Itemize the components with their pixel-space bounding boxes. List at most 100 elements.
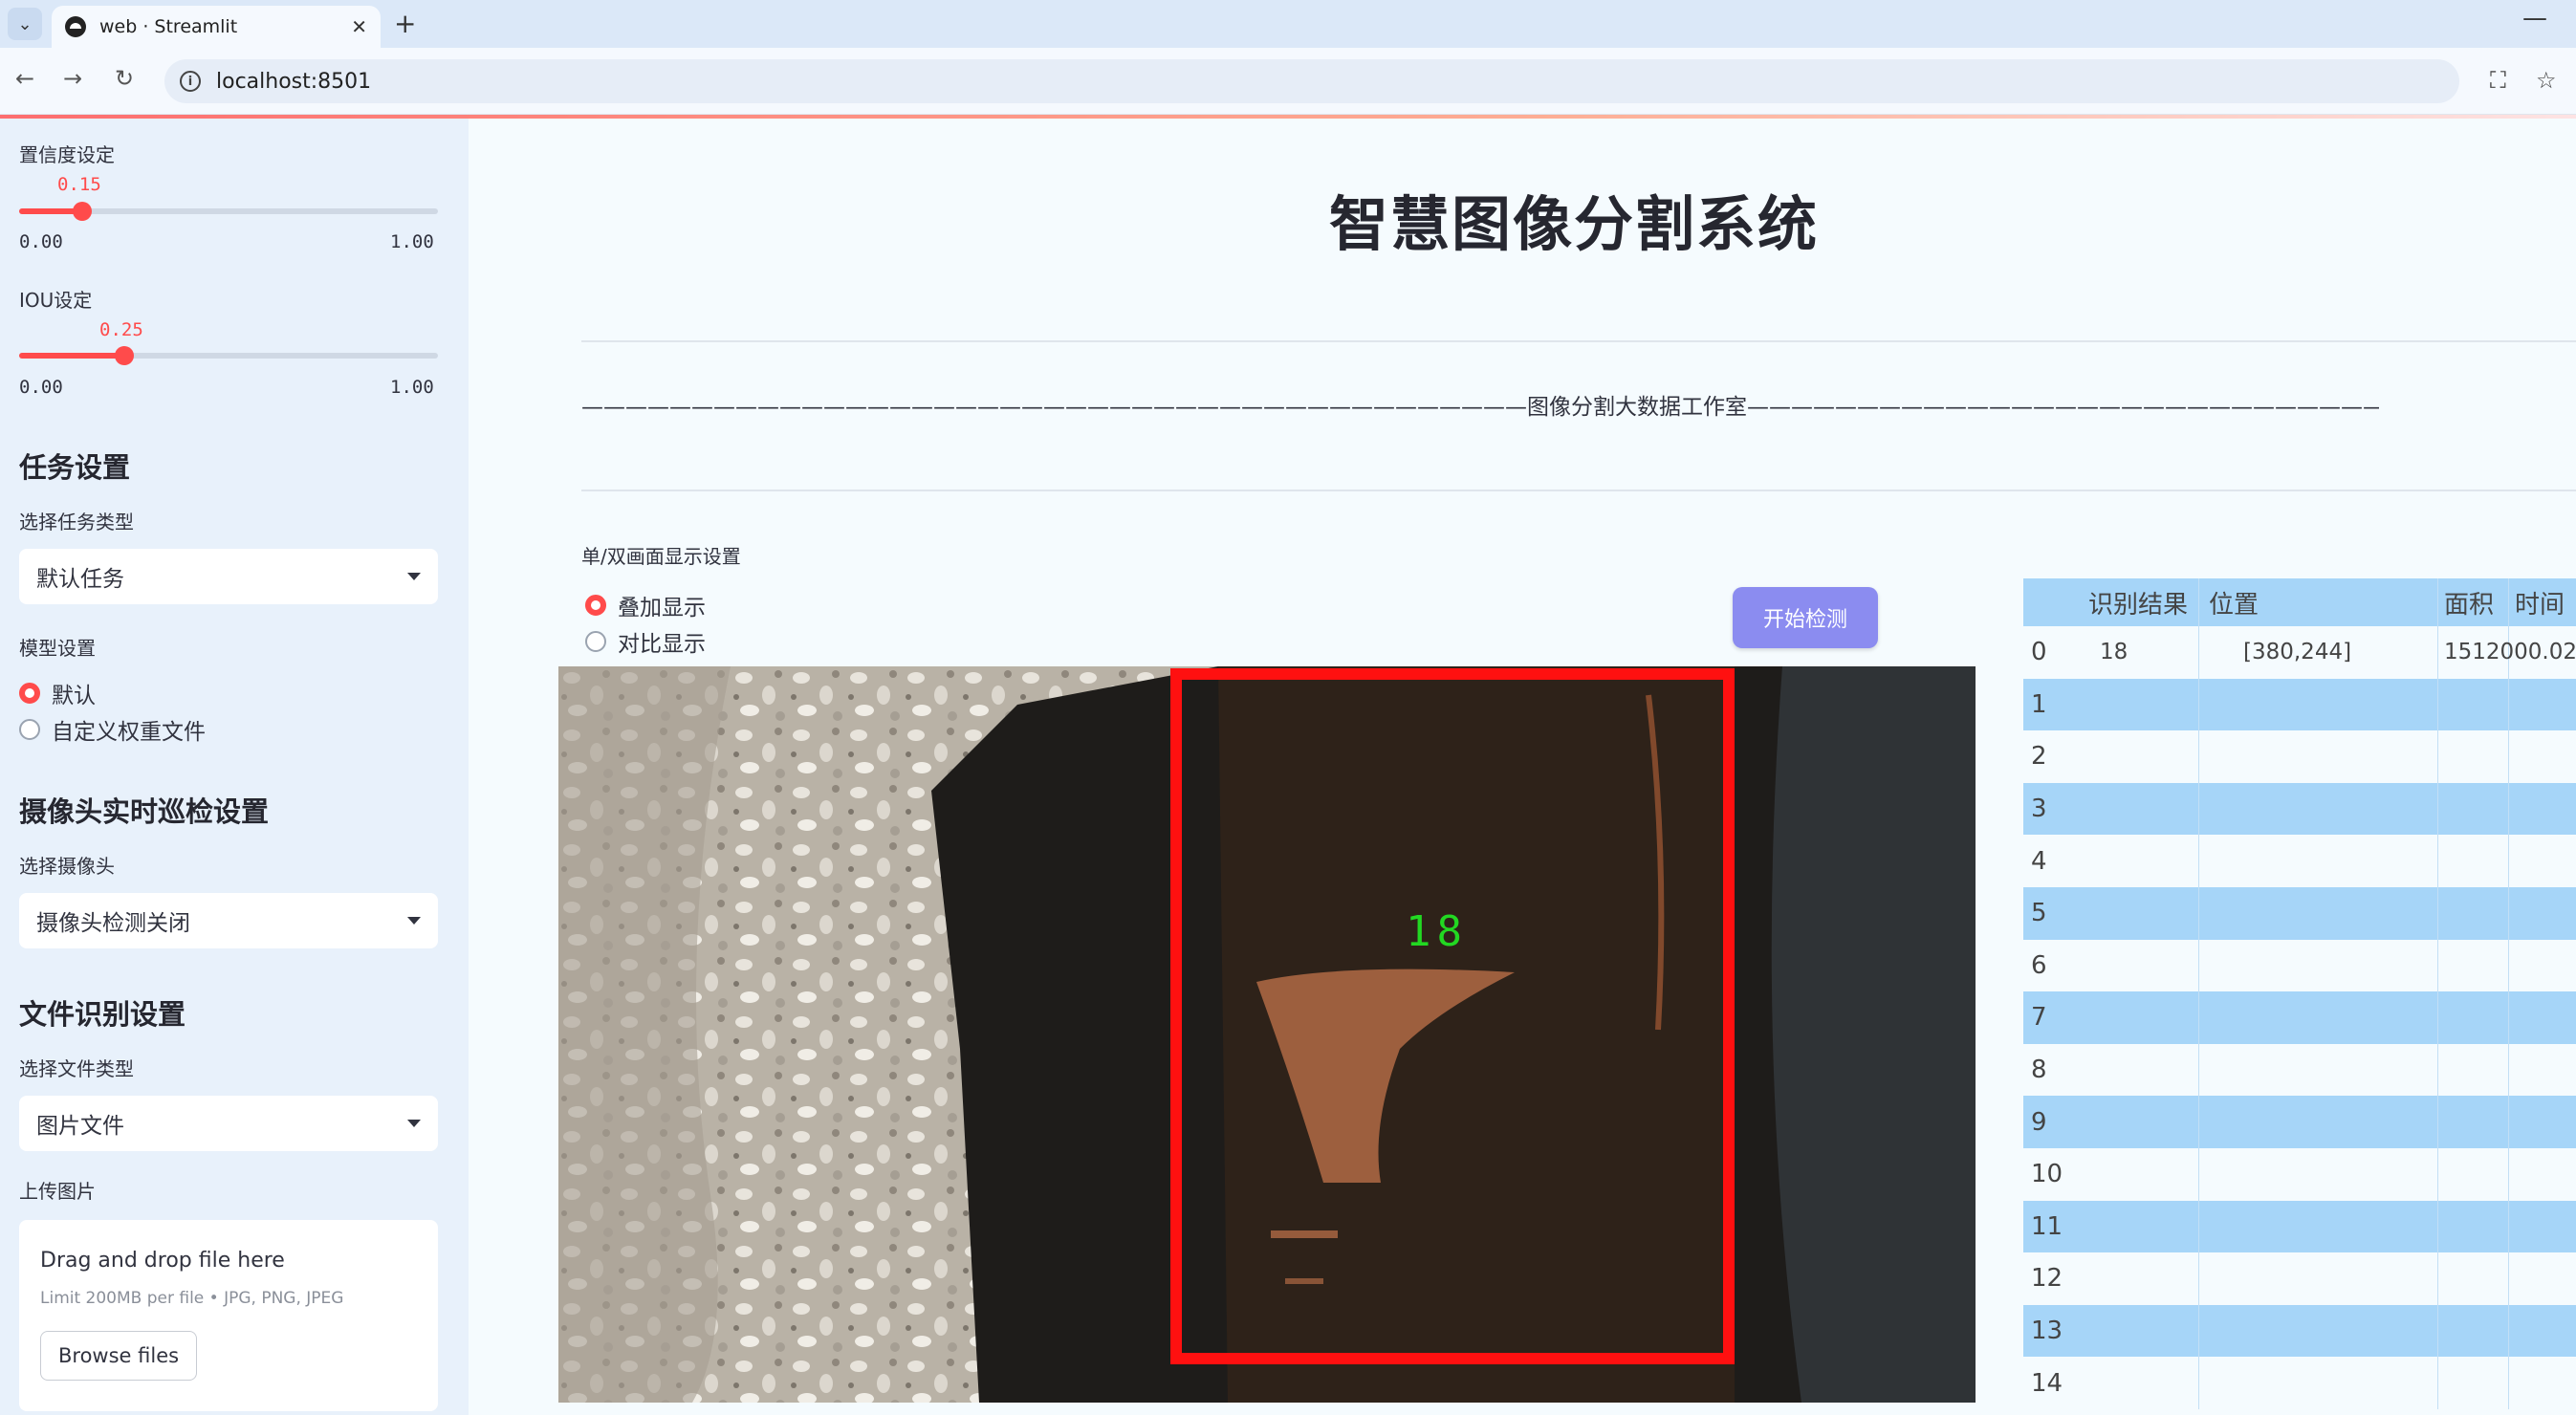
url-text: localhost:8501 <box>216 69 372 94</box>
table-row[interactable]: 10 <box>2023 1147 2576 1201</box>
iou-slider-fill <box>19 353 124 359</box>
results-table[interactable]: 识别结果 位置 面积 时间 0 18 [380,244] 1512000.02 1 2 3 4… <box>2023 578 2576 1409</box>
tab-close-icon[interactable]: ✕ <box>351 15 367 38</box>
row-area <box>2438 1096 2509 1148</box>
confidence-slider[interactable] <box>19 202 438 221</box>
row-result <box>2069 678 2199 731</box>
table-row[interactable]: 1 <box>2023 678 2576 731</box>
iou-slider[interactable] <box>19 346 438 365</box>
table-header-area[interactable]: 面积 <box>2438 578 2509 626</box>
row-position <box>2199 1200 2438 1253</box>
row-position <box>2199 1304 2438 1358</box>
url-field[interactable]: i localhost:8501 <box>164 59 2459 103</box>
confidence-max: 1.00 <box>390 231 434 252</box>
row-position <box>2199 678 2438 731</box>
table-row[interactable]: 0 18 [380,244] 1512000.02 <box>2023 626 2576 679</box>
row-time <box>2509 1096 2576 1148</box>
tab-search-chevron-icon[interactable]: ⌄ <box>8 8 42 40</box>
row-time <box>2509 1044 2576 1097</box>
radio-unselected-icon[interactable] <box>585 631 606 652</box>
detection-result-image: 18 <box>558 666 1976 1403</box>
row-index: 12 <box>2031 1264 2063 1294</box>
browse-files-button[interactable]: Browse files <box>40 1331 198 1381</box>
table-row[interactable]: 11 <box>2023 1200 2576 1253</box>
table-row[interactable]: 8 <box>2023 1043 2576 1097</box>
radio-selected-icon[interactable] <box>585 595 606 616</box>
translate-icon[interactable]: ⛶ <box>2490 67 2506 94</box>
table-row[interactable]: 4 <box>2023 835 2576 887</box>
camera-select[interactable]: 摄像头检测关闭 <box>19 893 438 948</box>
table-header-result[interactable]: 识别结果 <box>2069 578 2199 626</box>
model-option-default[interactable]: 默认 <box>19 677 96 709</box>
iou-slider-thumb[interactable] <box>114 346 134 365</box>
bookmark-star-icon[interactable]: ☆ <box>2536 67 2557 94</box>
task-type-select[interactable]: 默认任务 <box>19 549 438 604</box>
confidence-slider-thumb[interactable] <box>72 202 92 221</box>
row-position <box>2199 1096 2438 1148</box>
page-title: 智慧图像分割系统 <box>1329 189 1820 259</box>
display-option-label: 叠加显示 <box>618 596 706 620</box>
forward-arrow-icon[interactable]: → <box>63 65 82 92</box>
table-row[interactable]: 12 <box>2023 1252 2576 1305</box>
row-result <box>2069 991 2199 1044</box>
row-time <box>2509 940 2576 992</box>
site-info-icon[interactable]: i <box>180 71 201 92</box>
table-row[interactable]: 3 <box>2023 782 2576 836</box>
row-position <box>2199 835 2438 887</box>
table-body: 0 18 [380,244] 1512000.02 1 2 3 4 5 6 7 8 9 10 11 12 13 1… <box>2023 626 2576 1409</box>
file-type-select[interactable]: 图片文件 <box>19 1096 438 1151</box>
display-option-compare[interactable]: 对比显示 <box>585 625 706 658</box>
start-detection-button[interactable]: 开始检测 <box>1733 587 1878 648</box>
row-index: 0 <box>2031 638 2047 667</box>
row-area <box>2438 939 2509 992</box>
tab-title: web · Streamlit <box>99 16 238 37</box>
confidence-label: 置信度设定 <box>19 143 115 166</box>
row-result <box>2069 939 2199 992</box>
back-arrow-icon[interactable]: ← <box>15 65 34 92</box>
table-row[interactable]: 14 <box>2023 1357 2576 1409</box>
display-option-overlay[interactable]: 叠加显示 <box>585 589 706 621</box>
table-header-time[interactable]: 时间 <box>2509 578 2576 626</box>
table-row[interactable]: 9 <box>2023 1096 2576 1148</box>
browser-tabbar: ⌄ web · Streamlit ✕ + — <box>0 0 2576 48</box>
row-index: 10 <box>2031 1160 2063 1189</box>
model-option-custom[interactable]: 自定义权重文件 <box>19 713 206 746</box>
divider <box>581 340 2576 342</box>
detection-bounding-box <box>1170 668 1735 1364</box>
window-minimize-icon[interactable]: — <box>2522 4 2547 33</box>
table-row[interactable]: 2 <box>2023 730 2576 783</box>
file-settings-heading: 文件识别设置 <box>19 998 186 1031</box>
row-result <box>2069 1304 2199 1358</box>
row-index: 7 <box>2031 1003 2047 1033</box>
file-uploader-dropzone[interactable]: Drag and drop file here Limit 200MB per … <box>19 1220 438 1411</box>
browser-tab[interactable]: web · Streamlit ✕ <box>52 6 381 48</box>
iou-max: 1.00 <box>390 377 434 398</box>
table-row[interactable]: 13 <box>2023 1304 2576 1358</box>
radio-selected-icon[interactable] <box>19 683 40 704</box>
row-index: 6 <box>2031 950 2047 980</box>
chevron-down-icon <box>407 573 421 580</box>
row-time <box>2509 1357 2576 1409</box>
row-time <box>2509 1148 2576 1201</box>
radio-unselected-icon[interactable] <box>19 719 40 740</box>
table-row[interactable]: 5 <box>2023 886 2576 940</box>
table-header-position[interactable]: 位置 <box>2199 578 2438 626</box>
confidence-value: 0.15 <box>57 174 101 195</box>
row-result <box>2069 886 2199 940</box>
row-index: 1 <box>2031 689 2047 719</box>
new-tab-icon[interactable]: + <box>394 8 416 39</box>
table-row[interactable]: 6 <box>2023 939 2576 992</box>
iou-min: 0.00 <box>19 377 63 398</box>
row-area <box>2438 730 2509 783</box>
row-time <box>2509 887 2576 940</box>
iou-value: 0.25 <box>99 319 143 340</box>
row-area <box>2438 1200 2509 1253</box>
row-area <box>2438 1043 2509 1097</box>
confidence-min: 0.00 <box>19 231 63 252</box>
reload-icon[interactable]: ↻ <box>115 65 134 92</box>
model-settings-label: 模型设置 <box>19 637 96 660</box>
task-settings-heading: 任务设置 <box>19 451 131 484</box>
camera-select-label: 选择摄像头 <box>19 855 115 878</box>
table-row[interactable]: 7 <box>2023 991 2576 1044</box>
row-area <box>2438 1304 2509 1358</box>
